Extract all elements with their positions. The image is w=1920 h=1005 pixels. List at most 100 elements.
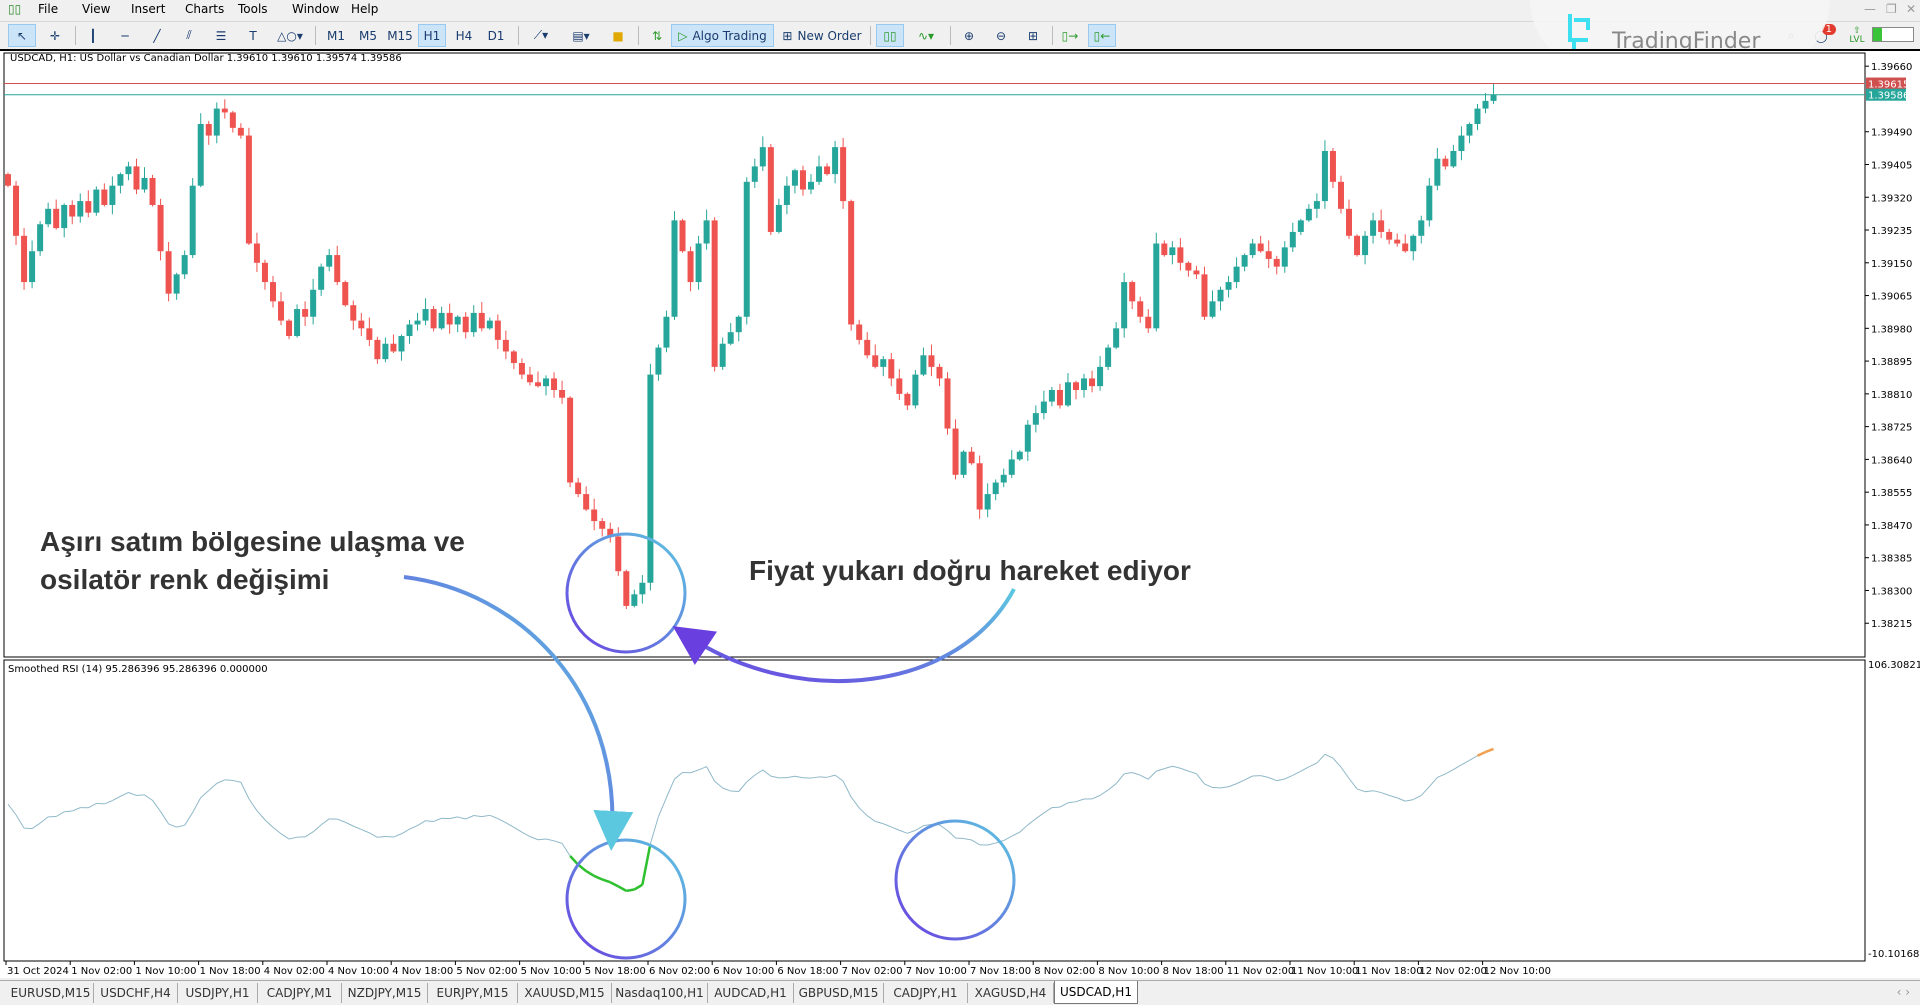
rsi-segment: [88, 802, 97, 809]
chart-tab[interactable]: USDCHF,H4: [94, 983, 178, 1003]
zoom-out-icon[interactable]: ⊖: [988, 24, 1014, 47]
indicator-header: Smoothed RSI (14) 95.286396 95.286396 0.…: [8, 664, 268, 675]
chart-window[interactable]: 1.39660 1.39490 1.39405 1.39320 1.39235 1.391…: [0, 49, 1920, 978]
price-tick-label: 1.38555: [1871, 488, 1912, 499]
candle: [952, 419, 959, 480]
candle: [1161, 240, 1168, 257]
rsi-segment: [690, 769, 699, 774]
rsi-segment: [417, 820, 426, 827]
menu-file[interactable]: File: [38, 2, 58, 16]
chart-tab[interactable]: EURJPY,M15: [428, 983, 518, 1003]
chart-tab[interactable]: CADJPY,M1: [258, 983, 342, 1003]
price-chart[interactable]: 1.39660 1.39490 1.39405 1.39320 1.39235 1.391…: [0, 51, 1920, 980]
cursor-tool-icon[interactable]: ↖: [8, 24, 36, 47]
close-button[interactable]: ✕: [1906, 2, 1916, 16]
chart-tab[interactable]: AUDCAD,H1: [708, 983, 794, 1003]
menu-charts[interactable]: Charts: [185, 2, 224, 16]
rsi-segment: [1260, 775, 1269, 779]
rsi-segment: [1356, 788, 1366, 793]
candle: [189, 177, 196, 259]
rsi-segment: [39, 816, 49, 824]
separator: [950, 26, 951, 45]
timeframe-m1[interactable]: M1: [322, 24, 350, 47]
candle: [1185, 261, 1192, 277]
timeframe-h4[interactable]: H4: [450, 24, 478, 47]
menu-insert[interactable]: Insert: [131, 2, 165, 16]
chart-tab[interactable]: GBPUSD,M15: [794, 983, 884, 1003]
chart-tab[interactable]: CADJPY,H1: [884, 983, 968, 1003]
timeframe-m15[interactable]: M15: [384, 24, 416, 47]
indicators-dropdown-icon[interactable]: ∿▾: [908, 24, 944, 47]
horizontal-line-icon[interactable]: ─: [112, 24, 138, 47]
indicator-max-label: 106.308219: [1868, 660, 1920, 671]
chart-type-dropdown-icon[interactable]: ⟋▾: [524, 24, 558, 47]
separator: [638, 26, 639, 45]
price-tick-label: 1.39660: [1871, 62, 1912, 73]
candle: [61, 203, 68, 238]
chart-tab[interactable]: USDCAD,H1: [1054, 981, 1138, 1004]
channel-icon[interactable]: ⫽: [176, 24, 202, 47]
lvl-icon[interactable]: ⇧ LVL: [1846, 24, 1868, 47]
vertical-line-icon[interactable]: ┃: [80, 24, 106, 47]
timeframe-h1[interactable]: H1: [418, 24, 446, 47]
indicator-min-label: -10.101686: [1868, 949, 1920, 960]
chart-tab[interactable]: NZDJPY,M15: [342, 983, 428, 1003]
candle: [1153, 232, 1160, 332]
chart-tab[interactable]: EURUSD,M15: [8, 983, 94, 1003]
candle: [1129, 280, 1136, 310]
zoom-in-icon[interactable]: ⊕: [956, 24, 982, 47]
tab-scroll-arrows-icon[interactable]: ‹ ›: [1897, 985, 1910, 999]
candle: [783, 176, 790, 215]
restore-button[interactable]: ❐: [1886, 2, 1897, 16]
chart-tab[interactable]: XAUUSD,M15: [518, 983, 612, 1003]
candle: [832, 140, 839, 184]
signals-icon[interactable]: ⇅: [644, 24, 670, 47]
autoscroll-icon[interactable]: ▯→: [1056, 24, 1084, 47]
rsi-segment: [272, 826, 282, 835]
rsi-segment: [1099, 789, 1109, 796]
tile-windows-icon[interactable]: ⊞: [1020, 24, 1046, 47]
menu-view[interactable]: View: [82, 2, 110, 16]
chart-tab[interactable]: Nasdaq100,H1: [612, 983, 708, 1003]
crosshair-tool-icon[interactable]: ✛: [42, 24, 68, 47]
new-order-button[interactable]: ⊞ New Order: [780, 24, 864, 47]
rsi-segment: [1397, 797, 1406, 802]
time-label: 1 Nov 02:00: [71, 966, 132, 977]
time-label: 5 Nov 18:00: [585, 966, 646, 977]
chart-tab[interactable]: XAGUSD,H4: [968, 983, 1054, 1003]
fibonacci-icon[interactable]: ☰: [208, 24, 234, 47]
candle: [912, 369, 919, 409]
price-tick-label: 1.38215: [1871, 619, 1912, 630]
rsi-segment: [561, 843, 571, 857]
chart-tab[interactable]: USDJPY,H1: [178, 983, 258, 1003]
minimize-button[interactable]: —: [1864, 2, 1876, 16]
rsi-segment: [1043, 807, 1053, 814]
rsi-segment: [738, 781, 748, 792]
time-label: 4 Nov 10:00: [328, 966, 389, 977]
candle: [518, 358, 525, 380]
rsi-segment: [754, 769, 764, 776]
rsi-segment: [626, 888, 635, 893]
time-label: 6 Nov 10:00: [713, 966, 774, 977]
rsi-segment: [449, 816, 458, 820]
rsi-segment: [1405, 799, 1414, 802]
timeframe-m5[interactable]: M5: [354, 24, 382, 47]
candle: [286, 319, 293, 340]
template-dropdown-icon[interactable]: ▤▾: [564, 24, 598, 47]
text-tool-icon[interactable]: T: [240, 24, 266, 47]
candles-icon[interactable]: ▯▯: [876, 24, 904, 47]
folder-icon[interactable]: ■: [604, 24, 632, 47]
menu-tools[interactable]: Tools: [238, 2, 268, 16]
timeframe-d1[interactable]: D1: [482, 24, 510, 47]
time-label: 1 Nov 18:00: [200, 966, 261, 977]
rsi-segment: [505, 822, 515, 828]
algo-trading-button[interactable]: ▷ Algo Trading: [671, 24, 774, 47]
shapes-dropdown-icon[interactable]: △○▾: [272, 24, 308, 47]
chart-shift-icon[interactable]: ▯←: [1088, 24, 1116, 47]
candle: [639, 575, 646, 604]
menu-window[interactable]: Window: [292, 2, 339, 16]
svg-text:1.39586: 1.39586: [1868, 91, 1909, 102]
menu-help[interactable]: Help: [351, 2, 378, 16]
candle: [695, 235, 702, 290]
trendline-icon[interactable]: ╱: [144, 24, 170, 47]
